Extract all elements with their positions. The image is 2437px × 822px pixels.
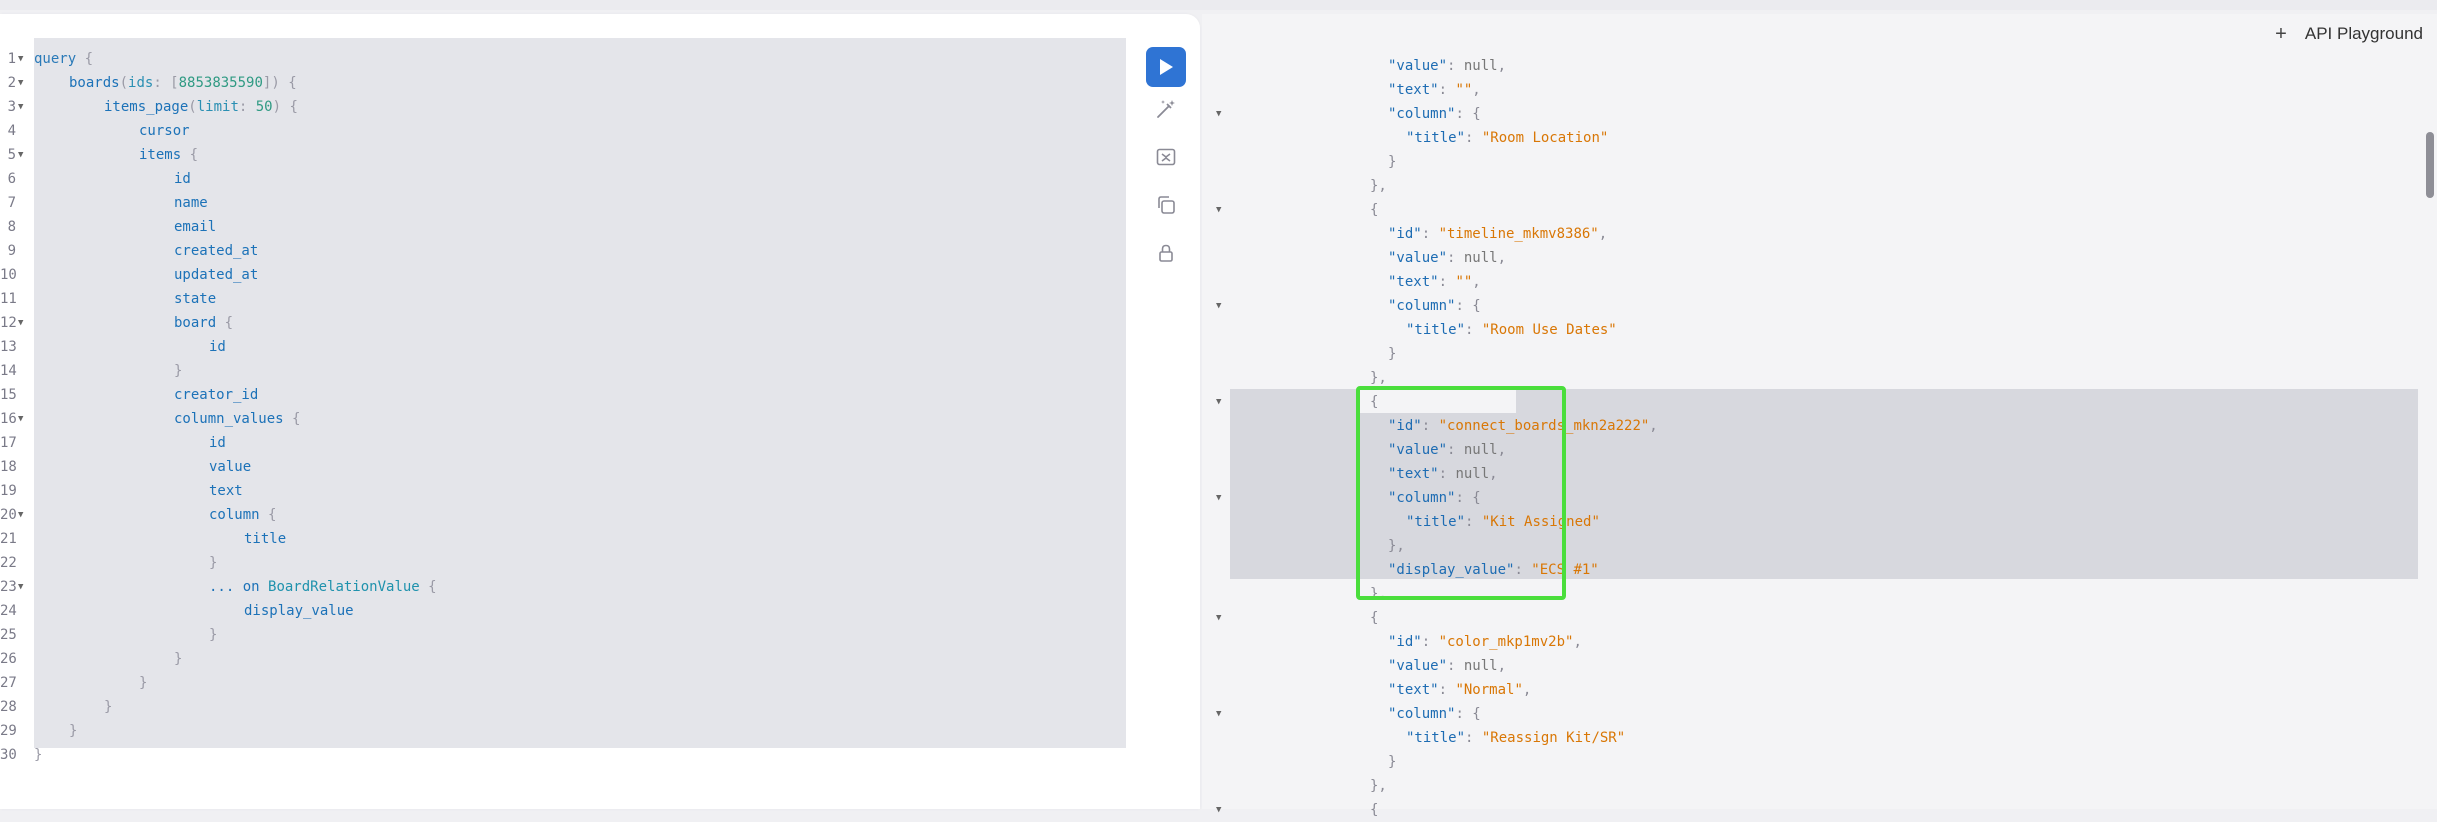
merge-fragments-icon <box>1156 148 1176 166</box>
copy-query-button[interactable] <box>1150 189 1182 221</box>
fold-arrow-icon[interactable]: ▼ <box>1216 294 1221 318</box>
code-line: } <box>34 747 43 763</box>
code-line: boards(ids: [8853835590]) { <box>69 75 297 91</box>
code-line: } <box>174 363 183 379</box>
code-line: display_value <box>244 603 354 619</box>
code-line: title <box>244 531 287 547</box>
code-line: } <box>174 651 183 667</box>
page-title: API Playground <box>2304 24 2423 43</box>
play-icon <box>1160 59 1173 75</box>
fold-arrow-icon[interactable]: ▼ <box>18 95 23 119</box>
results-header: + API Playground <box>2275 14 2437 54</box>
code-line: name <box>174 195 208 211</box>
code-line: column { <box>209 507 277 523</box>
fold-arrow-icon[interactable]: ▼ <box>1216 390 1221 414</box>
prettify-button[interactable] <box>1150 93 1182 125</box>
run-query-button[interactable] <box>1146 47 1186 87</box>
fold-arrow-icon[interactable]: ▼ <box>1216 606 1221 630</box>
code-line: state <box>174 291 217 307</box>
code-line: query { <box>34 51 94 67</box>
fold-arrow-icon[interactable]: ▼ <box>18 503 23 527</box>
code-line: created_at <box>174 243 259 259</box>
code-line: cursor <box>139 123 190 139</box>
code-line: items_page(limit: 50) { <box>104 99 298 115</box>
top-strip <box>0 0 2437 10</box>
fold-arrow-icon[interactable]: ▼ <box>1216 198 1221 222</box>
code-line: } <box>104 699 113 715</box>
fold-arrow-icon[interactable]: ▼ <box>1216 486 1221 510</box>
code-line: id <box>209 435 226 451</box>
query-editor-panel[interactable]: 1 ▼ 2 ▼ 3 ▼ 4 5 ▼ 6 7 8 9 10 11 12 ▼ 13 14 15… <box>0 14 1200 809</box>
lock-button[interactable] <box>1150 237 1182 269</box>
fold-arrow-icon[interactable]: ▼ <box>1216 798 1221 822</box>
fold-arrow-icon[interactable]: ▼ <box>18 143 23 167</box>
highlight-box <box>1356 386 1566 600</box>
code-line: ... on BoardRelationValue { <box>209 579 437 595</box>
fold-arrow-icon[interactable]: ▼ <box>18 407 23 431</box>
fold-arrow-icon[interactable]: ▼ <box>18 47 23 71</box>
code-line: } <box>69 723 78 739</box>
code-line: email <box>174 219 217 235</box>
fold-arrow-icon[interactable]: ▼ <box>1216 102 1221 126</box>
code-line: items { <box>139 147 199 163</box>
code-line: updated_at <box>174 267 259 283</box>
results-panel[interactable]: + API Playground "value": null, "text": … <box>1202 14 2437 818</box>
code-line: } <box>209 555 218 571</box>
results-scrollbar[interactable] <box>2426 132 2434 198</box>
plus-icon[interactable]: + <box>2275 23 2287 46</box>
merge-fragments-button[interactable] <box>1150 141 1182 173</box>
code-line: id <box>174 171 191 187</box>
magic-wand-icon <box>1157 100 1175 118</box>
code-line: column_values { <box>174 411 301 427</box>
code-line: } <box>139 675 148 691</box>
fold-arrow-icon[interactable]: ▼ <box>18 71 23 95</box>
code-line: id <box>209 339 226 355</box>
fold-arrow-icon[interactable]: ▼ <box>18 575 23 599</box>
code-line: text <box>209 483 243 499</box>
code-line: board { <box>174 315 234 331</box>
code-line: creator_id <box>174 387 259 403</box>
code-line: } <box>209 627 218 643</box>
code-line: value <box>209 459 252 475</box>
copy-icon <box>1158 196 1175 214</box>
lock-icon <box>1159 244 1173 262</box>
fold-arrow-icon[interactable]: ▼ <box>18 311 23 335</box>
fold-arrow-icon[interactable]: ▼ <box>1216 702 1221 726</box>
